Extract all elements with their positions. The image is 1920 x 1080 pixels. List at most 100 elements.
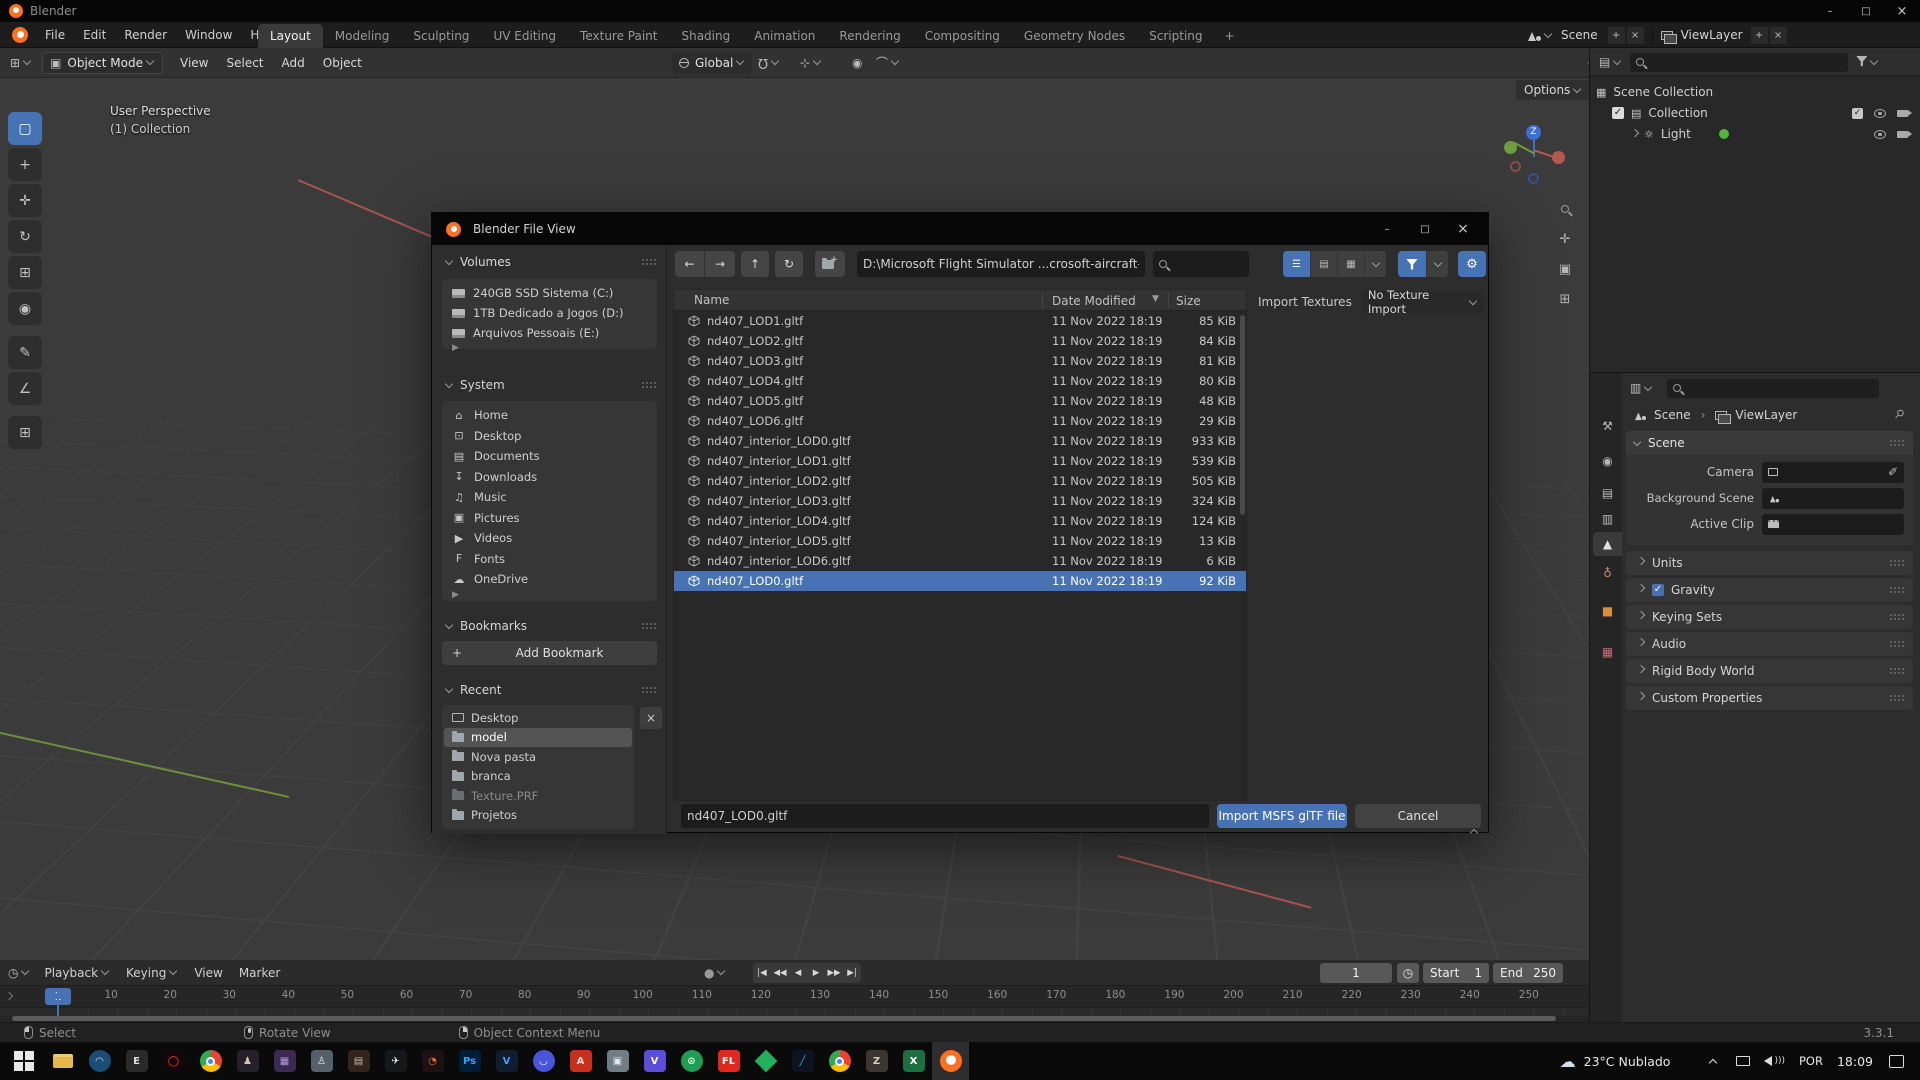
playhead-line[interactable] [57, 988, 59, 1016]
light-expand-chevron[interactable] [1631, 128, 1639, 136]
app-dark-1[interactable]: ♟ [229, 1042, 266, 1080]
outliner-row-scene-collection[interactable]: ▦ Scene Collection [1596, 82, 1713, 102]
blender-menu-logo-icon[interactable] [12, 27, 28, 43]
recent-item-nova-pasta[interactable]: Nova pasta [444, 747, 632, 767]
file-row[interactable]: nd407_LOD3.gltf11 Nov 2022 18:1981 KiB [674, 351, 1246, 371]
scale-tool[interactable]: ⊞ [8, 256, 42, 289]
panel-units[interactable]: Units [1626, 551, 1913, 575]
flight-simulator[interactable]: ✈ [377, 1042, 414, 1080]
gizmo-z-axis[interactable]: Z [1526, 125, 1541, 140]
proportional-falloff-button[interactable]: ⌒ [876, 54, 900, 71]
import-button[interactable]: Import MSFS glTF file [1217, 804, 1347, 828]
recent-item-texture-prf[interactable]: Texture.PRF [444, 786, 632, 806]
tab-animation[interactable]: Animation [742, 24, 827, 48]
light-hide-icon[interactable] [1874, 130, 1886, 139]
viewlayer-icon[interactable] [1661, 31, 1673, 40]
add-workspace-button[interactable]: + [1215, 29, 1245, 43]
gizmo-x-neg[interactable] [1510, 161, 1521, 172]
timeline-menu-keying[interactable]: Keying [118, 966, 186, 980]
collection-checkbox[interactable]: ✓ [1612, 107, 1624, 119]
window-maximize-button[interactable]: □ [1848, 0, 1884, 22]
opera[interactable]: ◯ [155, 1042, 192, 1080]
rotate-tool[interactable]: ↻ [8, 220, 42, 253]
import-textures-dropdown[interactable]: No Texture Import [1362, 291, 1484, 313]
texture-tab[interactable]: ▦ [1593, 640, 1622, 664]
system-item-downloads[interactable]: ↧Downloads [442, 467, 657, 488]
transform-tool[interactable]: ◉ [8, 292, 42, 325]
viewlayer-remove-button[interactable]: × [1770, 27, 1787, 44]
panel-rigid-body-world[interactable]: Rigid Body World [1626, 659, 1913, 683]
file-row[interactable]: nd407_LOD1.gltf11 Nov 2022 18:1985 KiB [674, 311, 1246, 331]
dialog-close-button[interactable]: × [1444, 213, 1482, 245]
system-item-music[interactable]: ♫Music [442, 487, 657, 508]
scene-unlink-button[interactable]: × [1627, 27, 1644, 44]
outliner-filter-button[interactable] [1856, 55, 1867, 69]
blender-taskbar[interactable] [932, 1042, 969, 1080]
timeline-lane[interactable] [0, 1008, 1589, 1016]
scene-browse-chevron[interactable] [1544, 29, 1552, 37]
eyedropper-icon[interactable]: ✐ [1888, 465, 1898, 479]
app-swirl[interactable]: ◔ [414, 1042, 451, 1080]
collection-hide-icon[interactable] [1874, 109, 1886, 118]
notification-center-icon[interactable] [1889, 1055, 1904, 1068]
app-dark-print[interactable]: ▤ [340, 1042, 377, 1080]
jump-to-start-button[interactable]: |◀ [753, 963, 771, 983]
file-search-field[interactable] [1153, 251, 1249, 277]
recent-clear-button[interactable]: × [640, 707, 662, 729]
view-thumbnails-button[interactable]: ▦ [1337, 251, 1364, 277]
move-tool[interactable]: ✛ [8, 184, 42, 217]
system-item-pictures[interactable]: ▣Pictures [442, 508, 657, 529]
speaker-icon[interactable] [1764, 1056, 1772, 1066]
gravity-checkbox[interactable]: ✓ [1652, 584, 1664, 596]
auto-keying-button[interactable]: ● [704, 966, 726, 980]
pin-id-icon[interactable]: ⚲ [1891, 406, 1907, 422]
cursor-tool[interactable]: + [8, 148, 42, 181]
chrome[interactable] [192, 1042, 229, 1080]
window-minimize-button[interactable]: – [1812, 0, 1848, 22]
outliner-filter-chevron[interactable] [1870, 56, 1878, 64]
column-size[interactable]: Size [1176, 294, 1201, 308]
navigation-gizmo[interactable]: Z [1498, 121, 1570, 193]
viewport-menu-select[interactable]: Select [217, 56, 272, 70]
play-reverse-button[interactable]: ◀ [789, 963, 807, 983]
viewport-camera-icon[interactable]: ▣ [1552, 257, 1578, 281]
system-more-arrow[interactable]: ▶ [442, 590, 657, 600]
properties-search-field[interactable] [1667, 379, 1879, 398]
light-render-icon[interactable] [1897, 131, 1908, 138]
viewport-menu-object[interactable]: Object [314, 56, 371, 70]
app-dark-z[interactable]: Z [858, 1042, 895, 1080]
steam[interactable]: ◠ [81, 1042, 118, 1080]
dialog-settings-button[interactable]: ⚙ [1458, 251, 1486, 277]
prev-keyframe-button[interactable]: ◀◀ [771, 963, 789, 983]
file-explorer[interactable] [44, 1042, 81, 1080]
nav-refresh-button[interactable]: ↻ [775, 251, 803, 277]
sort-direction-icon[interactable]: ▼ [1152, 294, 1159, 304]
menu-file[interactable]: File [36, 22, 74, 48]
recent-item-branca[interactable]: branca [444, 767, 632, 787]
tool-tab[interactable]: ⚒ [1593, 414, 1622, 438]
gizmo-x-axis[interactable] [1552, 151, 1565, 164]
file-row[interactable]: nd407_LOD2.gltf11 Nov 2022 18:1984 KiB [674, 331, 1246, 351]
system-item-home[interactable]: ⌂Home [442, 405, 657, 426]
app-purple-pixel[interactable]: ▦ [266, 1042, 303, 1080]
tab-rendering[interactable]: Rendering [827, 24, 912, 48]
file-row[interactable]: nd407_interior_LOD0.gltf11 Nov 2022 18:1… [674, 431, 1246, 451]
system-item-desktop[interactable]: ⊡Desktop [442, 426, 657, 447]
output-tab[interactable]: ▤ [1593, 481, 1622, 505]
snap-toggle-button[interactable]: Ω [758, 55, 780, 70]
annotate-tool[interactable]: ✎ [8, 336, 42, 369]
viewport-move-icon[interactable]: ✛ [1552, 227, 1578, 251]
viewport-menu-add[interactable]: Add [273, 56, 314, 70]
viewlayer-name[interactable]: ViewLayer [1681, 28, 1743, 42]
volume-item[interactable]: 1TB Dedicado a Jogos (D:) [442, 303, 657, 323]
clock[interactable]: 18:09 [1837, 1054, 1873, 1069]
recent-item-desktop[interactable]: Desktop [444, 708, 632, 728]
outliner-search-field[interactable] [1630, 53, 1848, 72]
measure-tool[interactable]: ∠ [8, 372, 42, 405]
snap-target-button[interactable]: ⊹ [800, 56, 822, 70]
file-row[interactable]: nd407_interior_LOD1.gltf11 Nov 2022 18:1… [674, 451, 1246, 471]
view-detail-list-button[interactable]: ▤ [1310, 251, 1337, 277]
app-orange-a[interactable]: A [562, 1042, 599, 1080]
tab-uv-editing[interactable]: UV Editing [481, 24, 568, 48]
proportional-editing-button[interactable]: ◉ [852, 56, 862, 70]
